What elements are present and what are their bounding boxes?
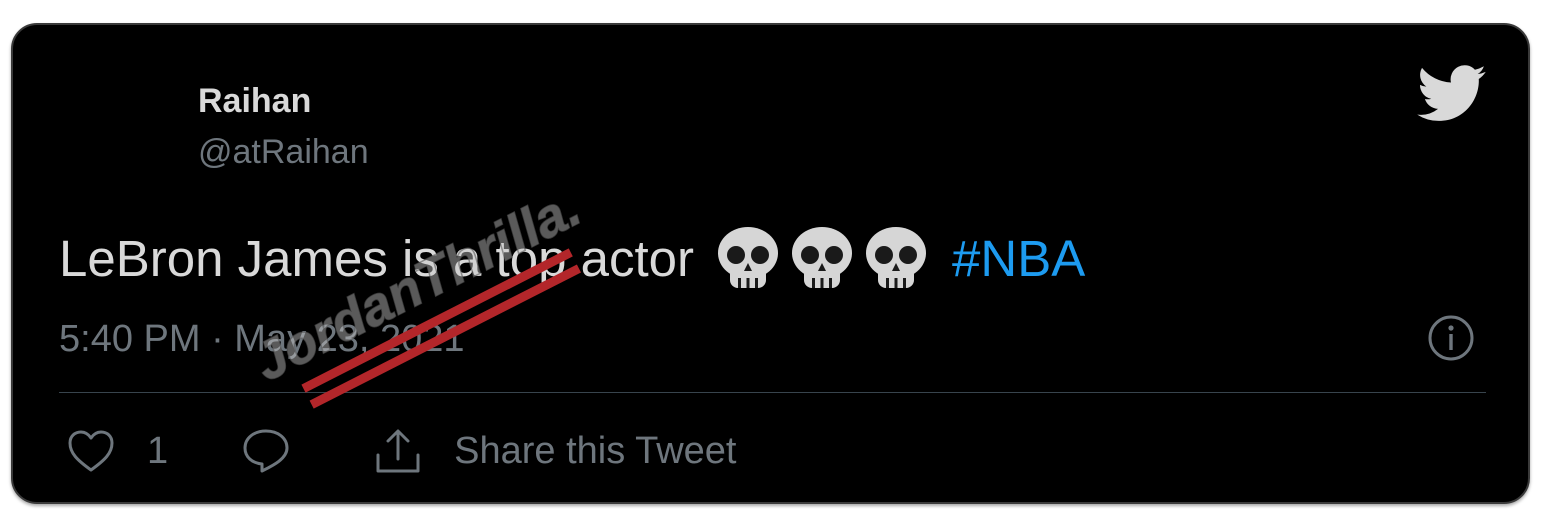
tweet-body: LeBron James is a top actor	[59, 230, 694, 287]
emoji-group	[716, 226, 928, 292]
share-button[interactable]: Share this Tweet	[374, 427, 737, 475]
share-label: Share this Tweet	[454, 429, 737, 472]
tweet-text: LeBron James is a top actor #NBA	[59, 226, 1085, 292]
like-count: 1	[147, 429, 169, 472]
action-bar: 1 Share this Tweet	[67, 425, 737, 477]
reply-icon	[243, 429, 289, 473]
hashtag-link[interactable]: #NBA	[952, 228, 1085, 290]
watermark-logo: JordanThrilla.	[244, 177, 591, 409]
info-icon[interactable]	[1427, 314, 1475, 362]
skull-emoji	[866, 227, 926, 288]
tweet-timestamp[interactable]: 5:40 PM · May 23, 2021	[59, 317, 465, 361]
reply-button[interactable]	[242, 428, 290, 474]
user-handle[interactable]: @atRaihan	[198, 132, 369, 172]
skull-emoji	[792, 227, 852, 288]
tweet-card[interactable]: Raihan @atRaihan LeBron James is a top a…	[11, 23, 1530, 504]
like-button[interactable]: 1	[67, 429, 168, 473]
share-icon	[376, 429, 420, 473]
skull-emoji	[718, 227, 778, 288]
display-name[interactable]: Raihan	[198, 81, 311, 121]
divider	[59, 392, 1486, 393]
twitter-bird-icon[interactable]	[1417, 65, 1487, 123]
heart-icon	[68, 430, 114, 472]
